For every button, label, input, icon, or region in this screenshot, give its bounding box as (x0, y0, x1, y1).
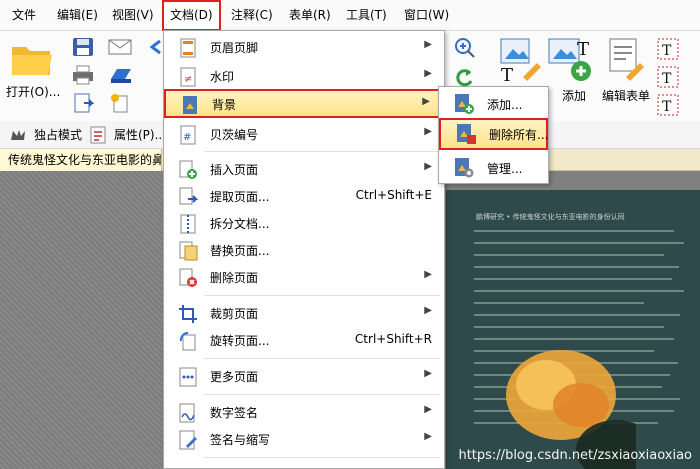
background-remove-icon (457, 124, 476, 144)
menu-form[interactable]: 表单(R) (289, 0, 331, 31)
menu-document[interactable]: 文档(D) (162, 0, 221, 31)
document-page: 鹏博研究 • 传统鬼怪文化与东亚电影的身份认同 (446, 190, 700, 469)
crown-icon (11, 130, 25, 140)
svg-text:T: T (501, 65, 513, 86)
open-button-label[interactable]: 打开(O)... (6, 83, 60, 100)
text-box-icon[interactable]: T (656, 65, 680, 89)
background-manage-icon (455, 158, 474, 178)
page-header-text: 鹏博研究 • 传统鬼怪文化与东亚电影的身份认同 (476, 213, 625, 221)
page-thumbnail-panel (0, 171, 162, 469)
watermark-icon: ≠ (180, 67, 196, 87)
menu-item-header-footer[interactable]: 页眉页脚 ▶ (164, 34, 444, 61)
delete-page-icon (179, 268, 197, 287)
edit-form-button-label[interactable]: 编辑表单 (602, 87, 650, 104)
rotate-icon[interactable] (454, 65, 476, 87)
print-icon[interactable] (72, 65, 94, 85)
bates-numbering-icon: # (180, 125, 196, 145)
digital-signature-icon (179, 403, 195, 423)
menu-comment[interactable]: 注释(C) (231, 0, 273, 31)
new-document-icon[interactable] (108, 93, 134, 113)
crop-icon (179, 305, 197, 323)
split-document-icon (180, 214, 196, 234)
watermark-url: https://blog.csdn.net/zsxiaoxiaoxiao (458, 448, 692, 463)
save-icon[interactable] (72, 37, 94, 57)
edit-form-icon[interactable] (604, 37, 648, 87)
menu-edit[interactable]: 编辑(E) (57, 0, 98, 31)
menu-item-split-document[interactable]: 拆分文档... (164, 210, 444, 237)
exclusive-mode-button[interactable]: 独占模式 (34, 121, 82, 149)
submenu-item-add[interactable]: 添加... (439, 90, 548, 118)
properties-icon (90, 126, 106, 144)
more-pages-icon (179, 367, 197, 387)
properties-button[interactable]: 属性(P)... (114, 121, 166, 149)
background-icon (183, 96, 197, 114)
menu-item-rotate-pages[interactable]: 旋转页面... Ctrl+Shift+R (164, 327, 444, 354)
svg-text:#: # (183, 132, 191, 143)
zoom-in-icon[interactable] (454, 37, 476, 59)
add-image-icon[interactable]: T (545, 37, 595, 85)
menu-item-replace-pages[interactable]: 替换页面... (164, 237, 444, 264)
background-add-icon (455, 94, 474, 114)
svg-text:T: T (662, 43, 672, 59)
menu-item-watermark[interactable]: ≠ 水印 ▶ (164, 63, 444, 90)
submenu-item-manage[interactable]: 管理... (439, 154, 548, 182)
document-menu: 页眉页脚 ▶ ≠ 水印 ▶ 背景 ▶ # 贝茨编号 ▶ 插入页面 ▶ 提取页面... Ctr… (163, 30, 445, 469)
menu-file[interactable]: 文件 (12, 0, 36, 31)
insert-page-icon (179, 160, 197, 179)
extract-page-icon (179, 187, 198, 205)
add-button-label[interactable]: 添加 (562, 87, 586, 104)
menu-tools[interactable]: 工具(T) (346, 0, 387, 31)
document-tab[interactable]: 传统鬼怪文化与东亚电影的鼻 (0, 149, 162, 171)
menu-item-delete-pages[interactable]: 删除页面 ▶ (164, 264, 444, 291)
arrow-left-icon[interactable] (150, 37, 162, 57)
submenu-item-remove-all[interactable]: 删除所有... (439, 118, 548, 150)
menu-item-insert-pages[interactable]: 插入页面 ▶ (164, 156, 444, 183)
svg-text:T: T (577, 39, 589, 60)
signature-pen-icon (179, 430, 197, 450)
replace-page-icon (179, 241, 198, 261)
menu-item-more-pages[interactable]: 更多页面 ▶ (164, 363, 444, 390)
scanner-icon[interactable] (108, 65, 134, 85)
svg-text:T: T (662, 71, 672, 87)
folder-open-icon[interactable] (10, 39, 54, 79)
menu-view[interactable]: 视图(V) (112, 0, 154, 31)
menu-item-background[interactable]: 背景 ▶ (164, 89, 444, 118)
background-submenu: 添加... 删除所有... 管理... (438, 86, 549, 184)
rotate-page-icon (179, 331, 196, 351)
text-field-icon[interactable]: T (656, 37, 680, 61)
document-export-icon[interactable] (72, 93, 94, 113)
email-icon[interactable] (108, 37, 134, 57)
menu-item-sign-initials[interactable]: 签名与缩写 ▶ (164, 426, 444, 453)
typewriter-image-icon[interactable]: T (497, 37, 543, 87)
menu-item-digital-signature[interactable]: 数字签名 ▶ (164, 399, 444, 426)
menu-window[interactable]: 窗口(W) (404, 0, 449, 31)
svg-text:T: T (662, 99, 672, 115)
svg-text:≠: ≠ (184, 74, 192, 85)
menu-item-bates-numbering[interactable]: # 贝茨编号 ▶ (164, 121, 444, 148)
menu-bar: 文件 编辑(E) 视图(V) 文档(D) 注释(C) 表单(R) 工具(T) 窗… (0, 0, 700, 31)
text-comment-icon[interactable]: T (656, 93, 680, 117)
menu-item-crop-pages[interactable]: 裁剪页面 ▶ (164, 300, 444, 327)
menu-item-extract-pages[interactable]: 提取页面... Ctrl+Shift+E (164, 183, 444, 210)
header-footer-icon (180, 38, 196, 58)
